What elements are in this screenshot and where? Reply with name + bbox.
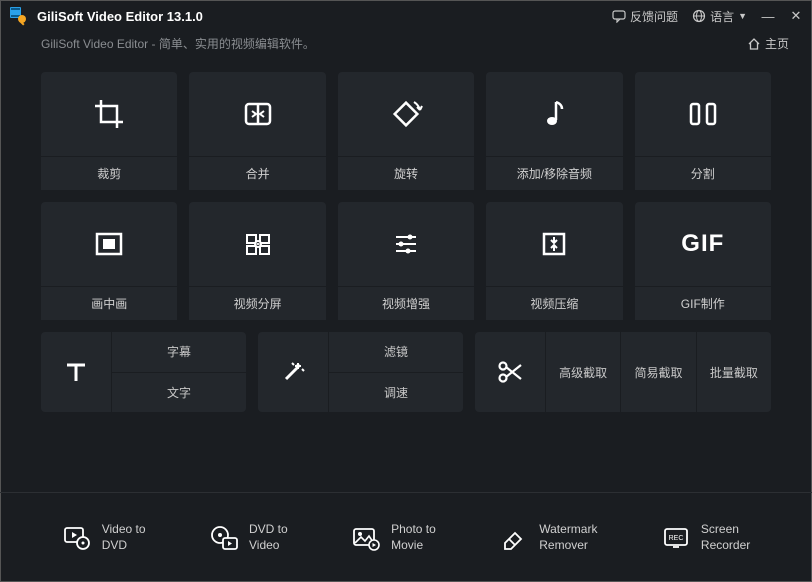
splitscreen-icon bbox=[238, 224, 278, 264]
gif-tile[interactable]: GIF GIF制作 bbox=[635, 202, 771, 320]
feature-grid: 裁剪 合并 旋转 添加/移除音频 分割 画中画 视频分屏 视频增强 视频压缩 G… bbox=[1, 62, 811, 320]
home-icon bbox=[747, 37, 761, 51]
app-subtitle: GiliSoft Video Editor - 简单、实用的视频编辑软件。 bbox=[41, 35, 315, 52]
music-note-icon bbox=[534, 94, 574, 134]
filter-button[interactable]: 滤镜 bbox=[328, 332, 463, 372]
splitscreen-tile[interactable]: 视频分屏 bbox=[189, 202, 325, 320]
rotate-icon bbox=[386, 94, 426, 134]
enhance-tile[interactable]: 视频增强 bbox=[338, 202, 474, 320]
language-button[interactable]: 语言 ▼ bbox=[692, 8, 747, 25]
sliders-icon bbox=[386, 224, 426, 264]
dvd-video-icon bbox=[209, 523, 239, 553]
app-logo-icon bbox=[9, 6, 29, 26]
combo-row: 字幕 文字 滤镜 调速 高级截取 简易截取 批量截取 bbox=[1, 320, 811, 412]
simple-cut-button[interactable]: 简易截取 bbox=[620, 332, 695, 412]
titlebar: GiliSoft Video Editor 13.1.0 反馈问题 语言 ▼ —… bbox=[1, 1, 811, 31]
pip-tile[interactable]: 画中画 bbox=[41, 202, 177, 320]
app-title: GiliSoft Video Editor 13.1.0 bbox=[37, 9, 612, 24]
text-icon bbox=[41, 332, 111, 412]
screen-recorder-button[interactable]: REC Screen Recorder bbox=[661, 522, 750, 553]
batch-cut-button[interactable]: 批量截取 bbox=[696, 332, 771, 412]
rotate-tile[interactable]: 旋转 bbox=[338, 72, 474, 190]
text-combo: 字幕 文字 bbox=[41, 332, 246, 412]
chevron-down-icon: ▼ bbox=[738, 11, 747, 21]
watermark-remover-button[interactable]: Watermark Remover bbox=[499, 522, 597, 553]
video-to-dvd-button[interactable]: Video to DVD bbox=[62, 522, 146, 553]
subtitle-button[interactable]: 字幕 bbox=[111, 332, 246, 372]
magic-wand-icon bbox=[258, 332, 328, 412]
globe-icon bbox=[692, 9, 706, 23]
cut-combo: 高级截取 简易截取 批量截取 bbox=[475, 332, 771, 412]
svg-text:REC: REC bbox=[669, 535, 684, 542]
merge-tile[interactable]: 合并 bbox=[189, 72, 325, 190]
video-dvd-icon bbox=[62, 523, 92, 553]
compress-icon bbox=[534, 224, 574, 264]
merge-icon bbox=[238, 94, 278, 134]
scissors-icon bbox=[475, 355, 545, 389]
text-button[interactable]: 文字 bbox=[111, 372, 246, 413]
close-button[interactable]: ✕ bbox=[789, 8, 803, 24]
gif-icon: GIF bbox=[681, 230, 724, 258]
minimize-button[interactable]: — bbox=[761, 9, 775, 24]
recorder-icon: REC bbox=[661, 523, 691, 553]
eraser-icon bbox=[499, 523, 529, 553]
split-icon bbox=[683, 94, 723, 134]
feedback-button[interactable]: 反馈问题 bbox=[612, 8, 678, 25]
home-button[interactable]: 主页 bbox=[747, 35, 789, 52]
compress-tile[interactable]: 视频压缩 bbox=[486, 202, 622, 320]
audio-tile[interactable]: 添加/移除音频 bbox=[486, 72, 622, 190]
effect-combo: 滤镜 调速 bbox=[258, 332, 463, 412]
advanced-cut-button[interactable]: 高级截取 bbox=[545, 332, 620, 412]
speed-button[interactable]: 调速 bbox=[328, 372, 463, 413]
footer-toolbar: Video to DVD DVD to Video Photo to Movie… bbox=[0, 492, 812, 582]
pip-icon bbox=[89, 224, 129, 264]
photo-to-movie-button[interactable]: Photo to Movie bbox=[351, 522, 436, 553]
chat-icon bbox=[612, 9, 626, 23]
split-tile[interactable]: 分割 bbox=[635, 72, 771, 190]
crop-icon bbox=[89, 94, 129, 134]
dvd-to-video-button[interactable]: DVD to Video bbox=[209, 522, 288, 553]
photo-movie-icon bbox=[351, 523, 381, 553]
crop-tile[interactable]: 裁剪 bbox=[41, 72, 177, 190]
